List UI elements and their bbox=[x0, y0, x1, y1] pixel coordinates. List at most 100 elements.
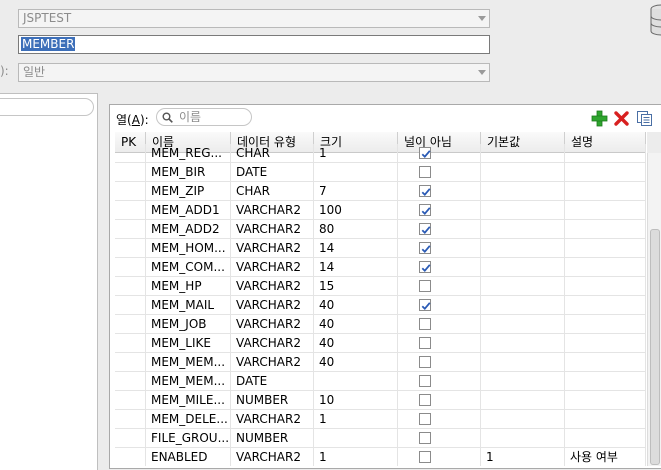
unchecked-checkbox[interactable] bbox=[419, 432, 431, 444]
left-search-field[interactable] bbox=[0, 98, 94, 116]
table-row[interactable]: FILE_GROU... NUMBER bbox=[115, 429, 646, 448]
name-cell[interactable]: FILE_GROU... bbox=[146, 429, 231, 448]
scrollbar-thumb[interactable] bbox=[650, 229, 660, 465]
table-row[interactable]: MEM_MILE... NUMBER 10 bbox=[115, 391, 646, 410]
size-cell[interactable]: 1 bbox=[314, 448, 398, 466]
column-filter-input[interactable]: 이름 bbox=[156, 108, 252, 126]
table-row[interactable]: MEM_LIKE VARCHAR2 40 bbox=[115, 334, 646, 353]
data-type-cell[interactable]: VARCHAR2 bbox=[231, 353, 314, 372]
vertical-scrollbar[interactable] bbox=[647, 153, 661, 466]
checked-checkbox[interactable] bbox=[419, 261, 431, 273]
name-cell[interactable]: MEM_LIKE bbox=[146, 334, 231, 353]
pk-cell[interactable] bbox=[115, 201, 146, 220]
size-cell[interactable]: 14 bbox=[314, 239, 398, 258]
pk-cell[interactable] bbox=[115, 372, 146, 391]
connection-combo[interactable]: JSPTEST bbox=[18, 9, 490, 28]
default-cell[interactable] bbox=[481, 429, 565, 448]
comment-cell[interactable] bbox=[565, 353, 646, 372]
x-icon[interactable] bbox=[613, 110, 630, 127]
checked-checkbox[interactable] bbox=[419, 242, 431, 254]
comment-cell[interactable] bbox=[565, 258, 646, 277]
name-cell[interactable]: MEM_ADD1 bbox=[146, 201, 231, 220]
data-type-cell[interactable]: VARCHAR2 bbox=[231, 220, 314, 239]
comment-cell[interactable] bbox=[565, 296, 646, 315]
default-cell[interactable] bbox=[481, 220, 565, 239]
comment-cell[interactable] bbox=[565, 220, 646, 239]
size-cell[interactable]: 100 bbox=[314, 201, 398, 220]
data-type-cell[interactable]: VARCHAR2 bbox=[231, 334, 314, 353]
checked-checkbox[interactable] bbox=[419, 204, 431, 216]
size-cell[interactable]: 80 bbox=[314, 220, 398, 239]
table-row[interactable]: ENABLED VARCHAR2 1 1 사용 여부 bbox=[115, 448, 646, 466]
pk-cell[interactable] bbox=[115, 429, 146, 448]
data-type-cell[interactable]: NUMBER bbox=[231, 429, 314, 448]
default-cell[interactable] bbox=[481, 258, 565, 277]
chevron-down-icon[interactable] bbox=[478, 70, 486, 75]
table-row[interactable]: MEM_HOM... VARCHAR2 14 bbox=[115, 239, 646, 258]
table-row[interactable]: MEM_COM... VARCHAR2 14 bbox=[115, 258, 646, 277]
size-cell[interactable]: 7 bbox=[314, 182, 398, 201]
chevron-down-icon[interactable] bbox=[478, 16, 486, 21]
name-cell[interactable]: MEM_HOM... bbox=[146, 239, 231, 258]
data-type-cell[interactable]: VARCHAR2 bbox=[231, 410, 314, 429]
table-row[interactable]: MEM_MEM... VARCHAR2 40 bbox=[115, 353, 646, 372]
table-row[interactable]: MEM_JOB VARCHAR2 40 bbox=[115, 315, 646, 334]
default-cell[interactable] bbox=[481, 315, 565, 334]
pk-cell[interactable] bbox=[115, 315, 146, 334]
checked-checkbox[interactable] bbox=[419, 223, 431, 235]
data-type-cell[interactable]: VARCHAR2 bbox=[231, 277, 314, 296]
pk-cell[interactable] bbox=[115, 182, 146, 201]
unchecked-checkbox[interactable] bbox=[419, 413, 431, 425]
size-cell[interactable]: 1 bbox=[314, 144, 398, 163]
name-cell[interactable]: MEM_ADD2 bbox=[146, 220, 231, 239]
comment-cell[interactable] bbox=[565, 334, 646, 353]
data-type-cell[interactable]: DATE bbox=[231, 163, 314, 182]
pk-cell[interactable] bbox=[115, 163, 146, 182]
data-type-cell[interactable]: CHAR bbox=[231, 182, 314, 201]
default-cell[interactable] bbox=[481, 182, 565, 201]
checked-checkbox[interactable] bbox=[419, 147, 431, 159]
default-cell[interactable] bbox=[481, 372, 565, 391]
table-row[interactable]: MEM_MAIL VARCHAR2 40 bbox=[115, 296, 646, 315]
name-cell[interactable]: MEM_HP bbox=[146, 277, 231, 296]
checked-checkbox[interactable] bbox=[419, 185, 431, 197]
table-name-input[interactable]: MEMBER bbox=[18, 35, 490, 54]
pk-cell[interactable] bbox=[115, 334, 146, 353]
pk-cell[interactable] bbox=[115, 296, 146, 315]
unchecked-checkbox[interactable] bbox=[419, 166, 431, 178]
default-cell[interactable] bbox=[481, 163, 565, 182]
name-cell[interactable]: MEM_JOB bbox=[146, 315, 231, 334]
name-cell[interactable]: MEM_MEM... bbox=[146, 372, 231, 391]
table-row[interactable]: MEM_ZIP CHAR 7 bbox=[115, 182, 646, 201]
name-cell[interactable]: MEM_DELE... bbox=[146, 410, 231, 429]
data-type-cell[interactable]: CHAR bbox=[231, 144, 314, 163]
comment-cell[interactable] bbox=[565, 429, 646, 448]
data-type-cell[interactable]: VARCHAR2 bbox=[231, 258, 314, 277]
size-cell[interactable]: 40 bbox=[314, 353, 398, 372]
default-cell[interactable] bbox=[481, 334, 565, 353]
comment-cell[interactable]: 사용 여부 bbox=[565, 448, 646, 466]
unchecked-checkbox[interactable] bbox=[419, 280, 431, 292]
comment-cell[interactable] bbox=[565, 391, 646, 410]
comment-cell[interactable] bbox=[565, 410, 646, 429]
unchecked-checkbox[interactable] bbox=[419, 337, 431, 349]
pk-cell[interactable] bbox=[115, 391, 146, 410]
comment-cell[interactable] bbox=[565, 182, 646, 201]
name-cell[interactable]: MEM_BIR bbox=[146, 163, 231, 182]
name-cell[interactable]: ENABLED bbox=[146, 448, 231, 466]
size-cell[interactable] bbox=[314, 429, 398, 448]
data-type-cell[interactable]: VARCHAR2 bbox=[231, 239, 314, 258]
size-cell[interactable] bbox=[314, 372, 398, 391]
unchecked-checkbox[interactable] bbox=[419, 451, 431, 463]
name-cell[interactable]: MEM_ZIP bbox=[146, 182, 231, 201]
pk-cell[interactable] bbox=[115, 258, 146, 277]
checked-checkbox[interactable] bbox=[419, 299, 431, 311]
default-cell[interactable] bbox=[481, 296, 565, 315]
table-row[interactable]: MEM_HP VARCHAR2 15 bbox=[115, 277, 646, 296]
unchecked-checkbox[interactable] bbox=[419, 375, 431, 387]
pk-cell[interactable] bbox=[115, 448, 146, 466]
size-cell[interactable]: 10 bbox=[314, 391, 398, 410]
default-cell[interactable] bbox=[481, 239, 565, 258]
default-cell[interactable] bbox=[481, 353, 565, 372]
size-cell[interactable]: 15 bbox=[314, 277, 398, 296]
